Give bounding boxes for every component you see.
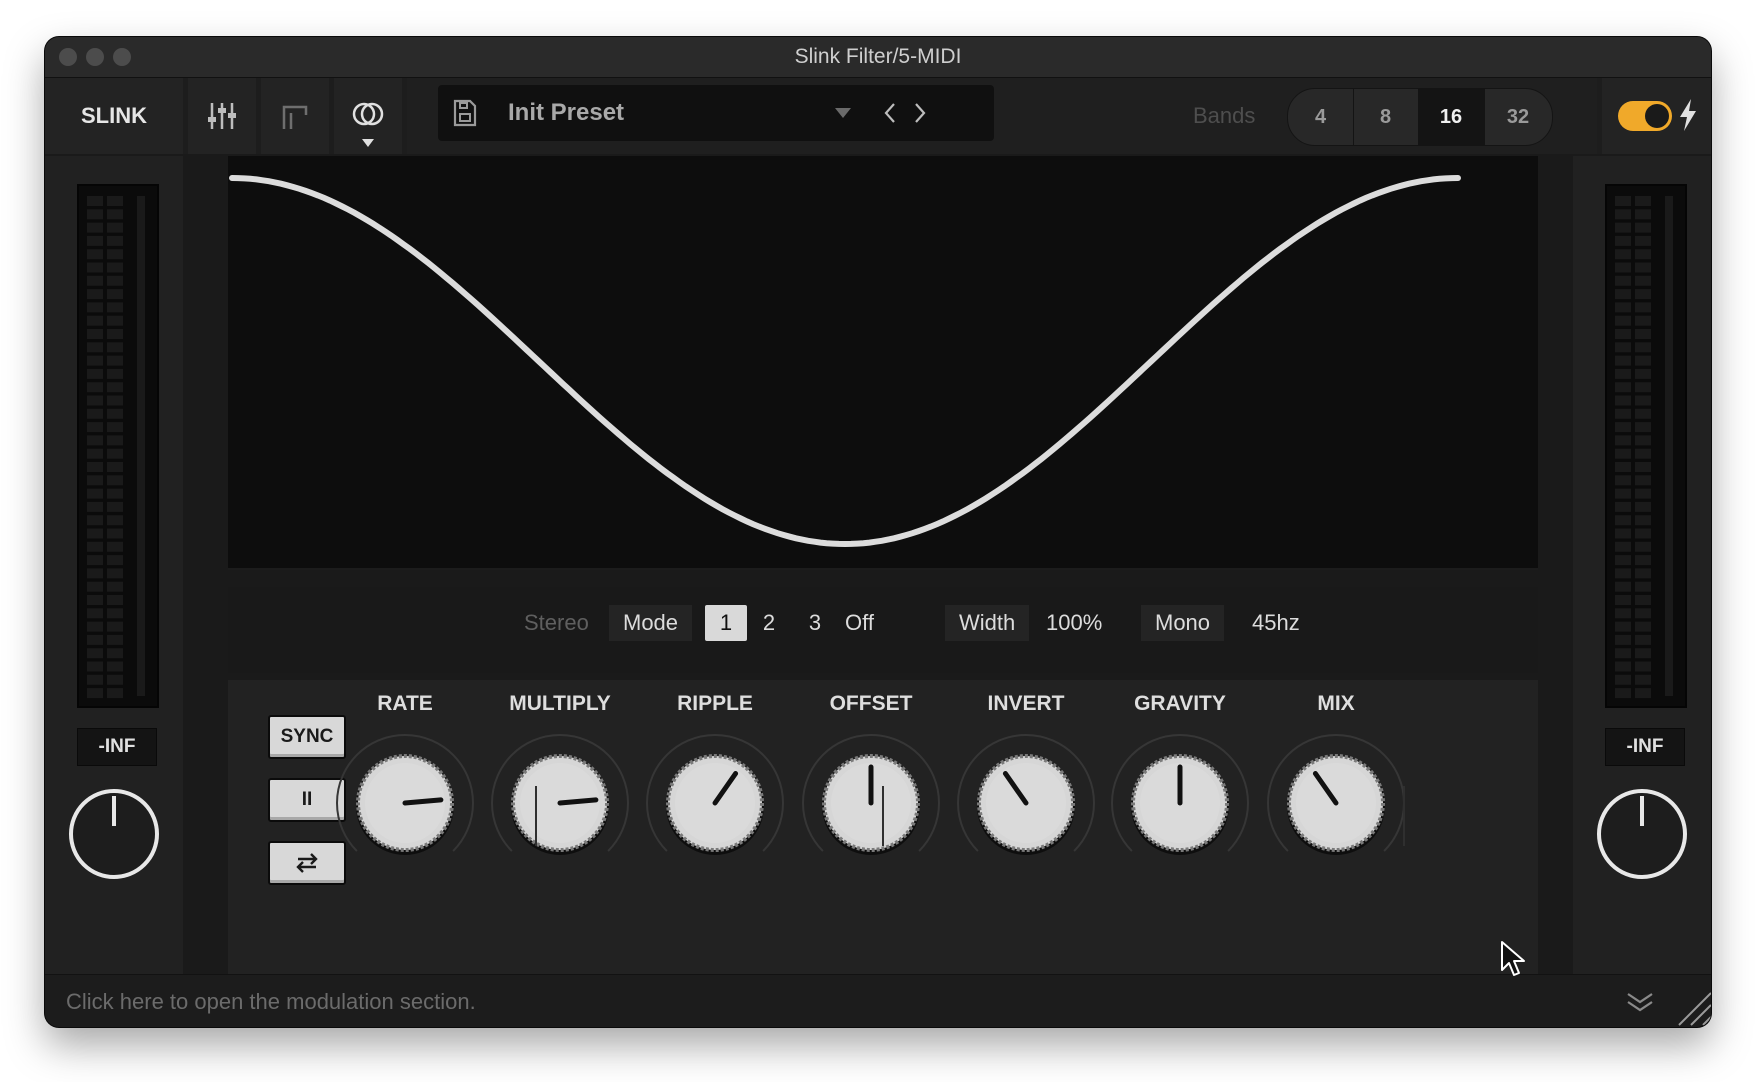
width-label: Width [945, 605, 1030, 641]
mix-knob[interactable] [1261, 728, 1411, 878]
divider [1403, 786, 1405, 846]
multiply-label: MULTIPLY [509, 692, 611, 715]
stereo-circles-icon [352, 102, 384, 126]
mixer-settings-button[interactable] [188, 78, 256, 154]
input-level-meter [77, 184, 159, 708]
bands-option-8[interactable]: 8 [1353, 89, 1419, 145]
gravity-knob[interactable] [1105, 728, 1255, 878]
offset-label: OFFSET [829, 692, 913, 715]
resize-handle-icon[interactable] [1673, 987, 1711, 1027]
save-preset-icon[interactable] [452, 99, 478, 127]
mono-label: Mono [1141, 605, 1225, 641]
mode-label: Mode [609, 605, 693, 641]
stereo-settings-bar: Stereo Mode 1 2 3 Off Width 100% Mono 45… [228, 587, 1538, 673]
preset-dropdown-icon[interactable] [834, 107, 852, 119]
stereo-label: Stereo [524, 610, 589, 635]
preset-name: Init Preset [508, 99, 625, 126]
rate-knob[interactable] [330, 728, 480, 878]
lightning-bolt-icon[interactable] [1677, 98, 1699, 132]
mix-label: MIX [1317, 692, 1355, 715]
filter-curve-display[interactable] [228, 156, 1538, 570]
mono-value[interactable]: 45hz [1252, 605, 1300, 641]
expand-chevron-icon[interactable] [1625, 991, 1655, 1013]
output-panel: -INF [1573, 156, 1711, 974]
offset-knob[interactable] [796, 728, 946, 878]
width-value[interactable]: 100% [1046, 605, 1102, 641]
mode-option-2[interactable]: 2 [754, 605, 784, 641]
gravity-label: GRAVITY [1134, 692, 1226, 715]
controls-panel: SYNC II RATE MULTIPLY RIPPLE OFFSET INVERT GR… [228, 680, 1538, 974]
meter-segments [1615, 196, 1673, 699]
title-bar: Slink Filter/5-MIDI [45, 37, 1711, 78]
status-bar[interactable]: Click here to open the modulation sectio… [45, 974, 1711, 1027]
invert-knob[interactable] [951, 728, 1101, 878]
plugin-window: Slink Filter/5-MIDI SLINK Init Preset Ba… [45, 37, 1711, 1027]
filter-shape-button[interactable] [261, 78, 329, 154]
output-gain-knob[interactable] [1594, 786, 1690, 882]
input-gain-knob[interactable] [66, 786, 162, 882]
preset-selector[interactable]: Init Preset [438, 85, 994, 141]
bands-label: Bands [1193, 103, 1256, 128]
toggle-knob [1645, 104, 1669, 128]
bands-option-32[interactable]: 32 [1484, 89, 1552, 145]
bands-selector: 4 8 16 32 [1287, 88, 1553, 146]
dropdown-caret-icon [362, 139, 374, 147]
meter-segments [87, 196, 145, 699]
input-panel: -INF [45, 156, 183, 974]
multiply-knob[interactable] [485, 728, 635, 878]
power-toggle[interactable] [1618, 101, 1672, 131]
bands-option-4[interactable]: 4 [1288, 89, 1354, 145]
previous-preset-icon[interactable] [882, 102, 898, 124]
divider [535, 786, 537, 846]
ripple-label: RIPPLE [677, 692, 753, 715]
sliders-icon [208, 103, 236, 129]
brand-logo: SLINK [45, 78, 183, 154]
swap-arrows-icon [296, 853, 318, 873]
mode-option-3[interactable]: 3 [800, 605, 830, 641]
input-level-readout: -INF [77, 728, 157, 766]
stereo-view-button[interactable] [334, 78, 402, 154]
invert-label: INVERT [987, 692, 1065, 715]
output-level-meter [1605, 184, 1687, 708]
divider [882, 786, 884, 846]
status-message[interactable]: Click here to open the modulation sectio… [66, 975, 476, 1027]
next-preset-icon[interactable] [912, 102, 928, 124]
filter-shape-icon [282, 105, 308, 129]
output-level-readout: -INF [1605, 728, 1685, 766]
mouse-pointer-icon [1501, 941, 1525, 976]
mode-option-off[interactable]: Off [845, 605, 874, 641]
mode-option-1[interactable]: 1 [705, 605, 747, 641]
ripple-knob[interactable] [640, 728, 790, 878]
rate-label: RATE [377, 692, 433, 715]
window-title: Slink Filter/5-MIDI [794, 45, 962, 68]
filter-curve [228, 175, 1538, 570]
bands-option-16[interactable]: 16 [1418, 89, 1485, 145]
